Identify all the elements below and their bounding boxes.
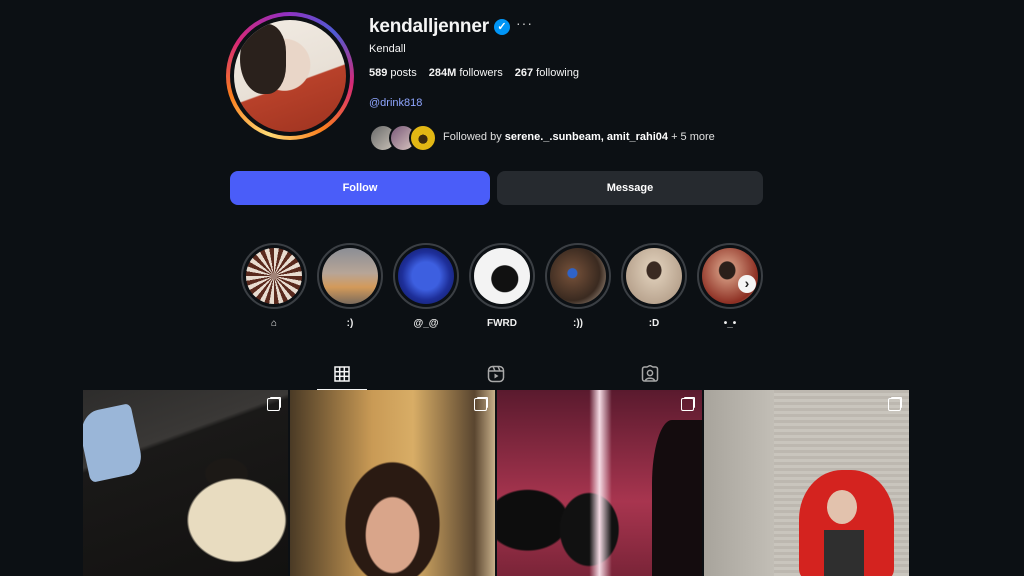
post-thumbnail[interactable] <box>497 390 702 576</box>
highlight-label: FWRD <box>487 318 517 329</box>
highlight-cover <box>322 248 378 304</box>
highlight-label: @_@ <box>413 318 439 329</box>
followers-label: followers <box>459 67 503 79</box>
following-label: following <box>536 67 579 79</box>
posts-label: posts <box>390 67 417 79</box>
highlight-cover <box>474 248 530 304</box>
followed-by-avatars[interactable] <box>369 124 439 152</box>
highlight-label: :D <box>648 318 660 329</box>
followers-count: 284M <box>428 67 457 79</box>
post-thumbnail[interactable] <box>290 390 495 576</box>
highlight-label: •_• <box>723 318 737 329</box>
tagged-icon <box>641 364 659 382</box>
tab-reels[interactable] <box>471 358 521 389</box>
highlight-item[interactable]: :)) <box>545 243 611 329</box>
highlight-item[interactable]: :D <box>621 243 687 329</box>
profile-full-name: Kendall <box>369 43 406 55</box>
profile-avatar-story-ring[interactable] <box>226 12 354 140</box>
highlight-ring <box>241 243 307 309</box>
following-count: 267 <box>514 67 534 79</box>
car-window-shape <box>83 403 145 483</box>
profile-tabs <box>83 358 909 391</box>
highlight-item[interactable]: ⌂ <box>241 243 307 329</box>
grid-icon <box>334 365 350 382</box>
highlight-label: ⌂ <box>270 318 278 329</box>
reels-icon <box>487 365 505 382</box>
tab-tagged[interactable] <box>625 358 675 389</box>
highlight-ring <box>469 243 535 309</box>
followed-by-text[interactable]: Followed by serene._.sunbeam, amit_rahi0… <box>443 131 715 143</box>
posts-grid <box>83 390 909 576</box>
followed-by-names: serene._.sunbeam, amit_rahi04 <box>504 131 669 143</box>
highlight-cover <box>626 248 682 304</box>
profile-link[interactable]: @drink818 <box>369 97 422 109</box>
avatar-hair-shape <box>240 24 286 94</box>
highlight-cover <box>550 248 606 304</box>
highlight-ring <box>621 243 687 309</box>
profile-username: kendalljenner <box>369 16 489 37</box>
post-thumbnail[interactable] <box>704 390 909 576</box>
tab-posts[interactable] <box>317 358 367 391</box>
verified-badge-icon: ✓ <box>494 19 510 35</box>
profile-stats: 589 posts 284M followers 267 following <box>369 67 579 79</box>
following-stat[interactable]: 267 following <box>515 67 579 79</box>
highlight-item[interactable]: FWRD <box>469 243 535 329</box>
highlight-item[interactable]: @_@ <box>393 243 459 329</box>
wall-shadow-shape <box>704 390 774 576</box>
shirt-shape <box>824 530 864 576</box>
followed-by-prefix: Followed by <box>443 131 502 143</box>
highlight-label: :)) <box>573 318 583 329</box>
highlight-ring <box>697 243 763 309</box>
highlight-cover <box>398 248 454 304</box>
message-button[interactable]: Message <box>497 171 763 205</box>
follow-button[interactable]: Follow <box>230 171 490 205</box>
highlight-ring <box>317 243 383 309</box>
multiple-posts-icon <box>267 398 280 411</box>
followed-by-more: + 5 more <box>671 131 715 143</box>
highlight-item[interactable]: :) <box>317 243 383 329</box>
profile-avatar <box>234 20 346 132</box>
follower-avatar <box>409 124 437 152</box>
highlight-ring <box>393 243 459 309</box>
post-thumbnail[interactable] <box>83 390 288 576</box>
followers-stat[interactable]: 284M followers <box>429 67 503 79</box>
posts-count: 589 <box>369 67 388 79</box>
more-options-icon[interactable]: ··· <box>516 15 533 31</box>
posts-stat: 589 posts <box>369 67 417 79</box>
avatar-border <box>230 16 350 136</box>
person-silhouette-shape <box>652 420 702 576</box>
highlight-ring <box>545 243 611 309</box>
face-shape <box>827 490 857 524</box>
highlight-label: :) <box>346 318 354 329</box>
multiple-posts-icon <box>474 398 487 411</box>
highlight-cover <box>246 248 302 304</box>
multiple-posts-icon <box>681 398 694 411</box>
highlights-next-icon[interactable]: › <box>738 275 756 293</box>
multiple-posts-icon <box>888 398 901 411</box>
